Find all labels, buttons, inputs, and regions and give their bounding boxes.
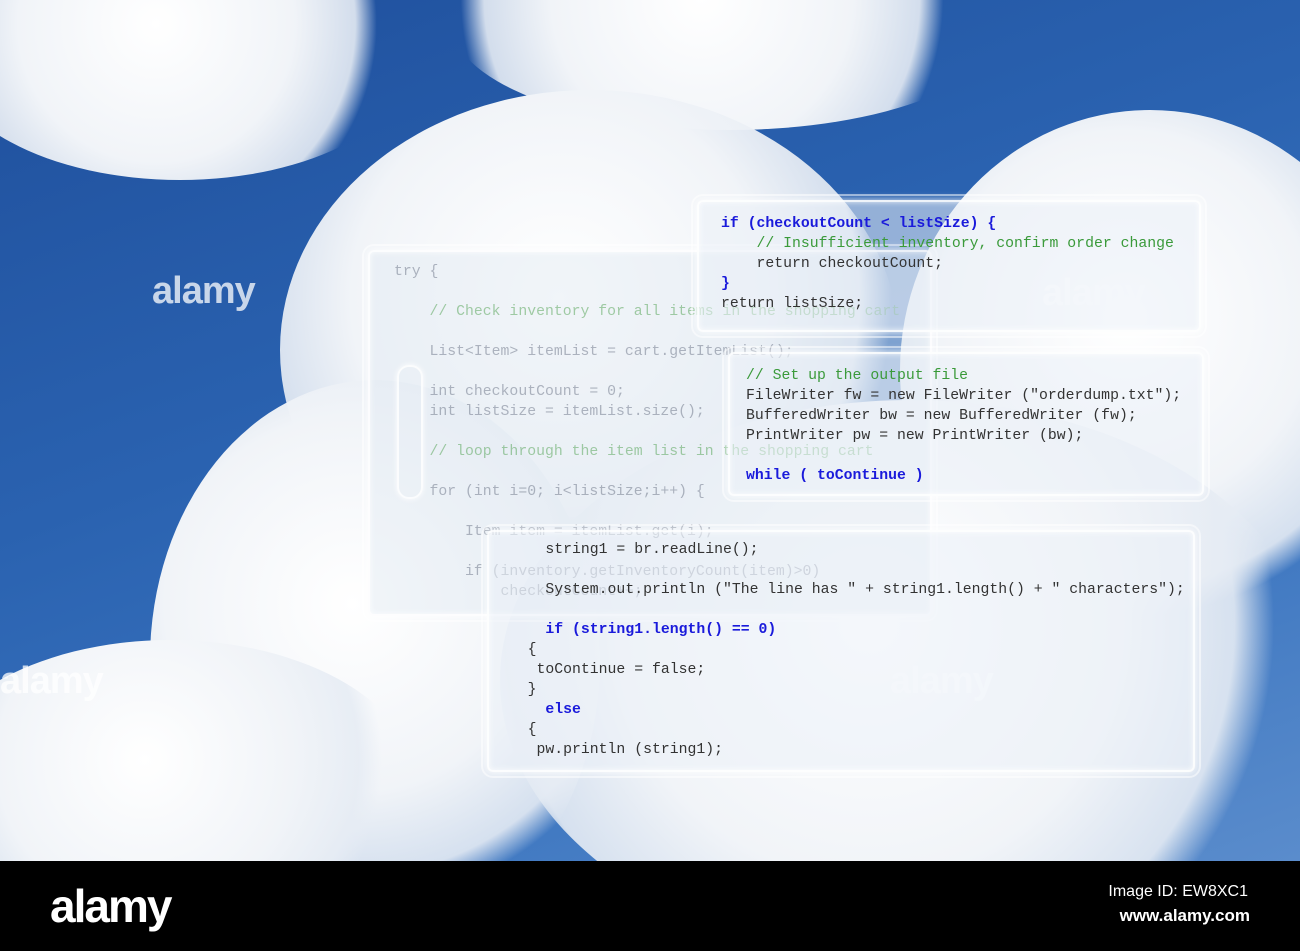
watermark: alamy	[152, 270, 256, 312]
decorative-frame	[397, 365, 423, 499]
code-block: // Set up the output file FileWriter fw …	[746, 366, 1181, 486]
code-line: }	[721, 276, 730, 292]
code-block: string1 = br.readLine(); System.out.prin…	[501, 540, 1185, 760]
image-id: Image ID: EW8XC1	[1108, 883, 1248, 900]
code-line: if (string1.length() == 0)	[501, 622, 777, 638]
code-line: return listSize;	[721, 296, 864, 312]
code-panel-top: if (checkoutCount < listSize) { // Insuf…	[691, 194, 1207, 338]
code-line: System.out.println ("The line has " + st…	[501, 582, 1185, 598]
code-line: {	[501, 642, 537, 658]
code-line: }	[501, 682, 537, 698]
code-line: toContinue = false;	[501, 662, 706, 678]
site-url: www.alamy.com	[1119, 906, 1250, 925]
code-line: string1 = br.readLine();	[501, 542, 759, 558]
code-line: // Insufficient inventory, confirm order…	[721, 236, 1174, 252]
code-block: if (checkoutCount < listSize) { // Insuf…	[721, 214, 1174, 314]
footer-bar: alamy Image ID: EW8XC1 www.alamy.com	[0, 861, 1300, 951]
code-line: BufferedWriter bw = new BufferedWriter (…	[746, 408, 1137, 424]
code-panel-middle: // Set up the output file FileWriter fw …	[722, 346, 1210, 502]
code-line: PrintWriter pw = new PrintWriter (bw);	[746, 428, 1084, 444]
code-line: while ( toContinue )	[746, 468, 924, 484]
code-line: else	[501, 702, 581, 718]
cloud	[0, 0, 420, 180]
alamy-logo: alamy	[50, 880, 172, 932]
code-line: pw.println (string1);	[501, 742, 723, 758]
code-line: if (checkoutCount < listSize) {	[721, 216, 997, 232]
sky-cloud-photo: alamy alamy alamy alamy try { // Check i…	[0, 0, 1300, 861]
code-line: {	[501, 722, 537, 738]
watermark: alamy	[0, 660, 104, 702]
code-line: FileWriter fw = new FileWriter ("orderdu…	[746, 388, 1182, 404]
code-line: return checkoutCount;	[721, 256, 943, 272]
code-panel-bottom: string1 = br.readLine(); System.out.prin…	[481, 524, 1201, 778]
code-line: // Set up the output file	[746, 368, 968, 384]
